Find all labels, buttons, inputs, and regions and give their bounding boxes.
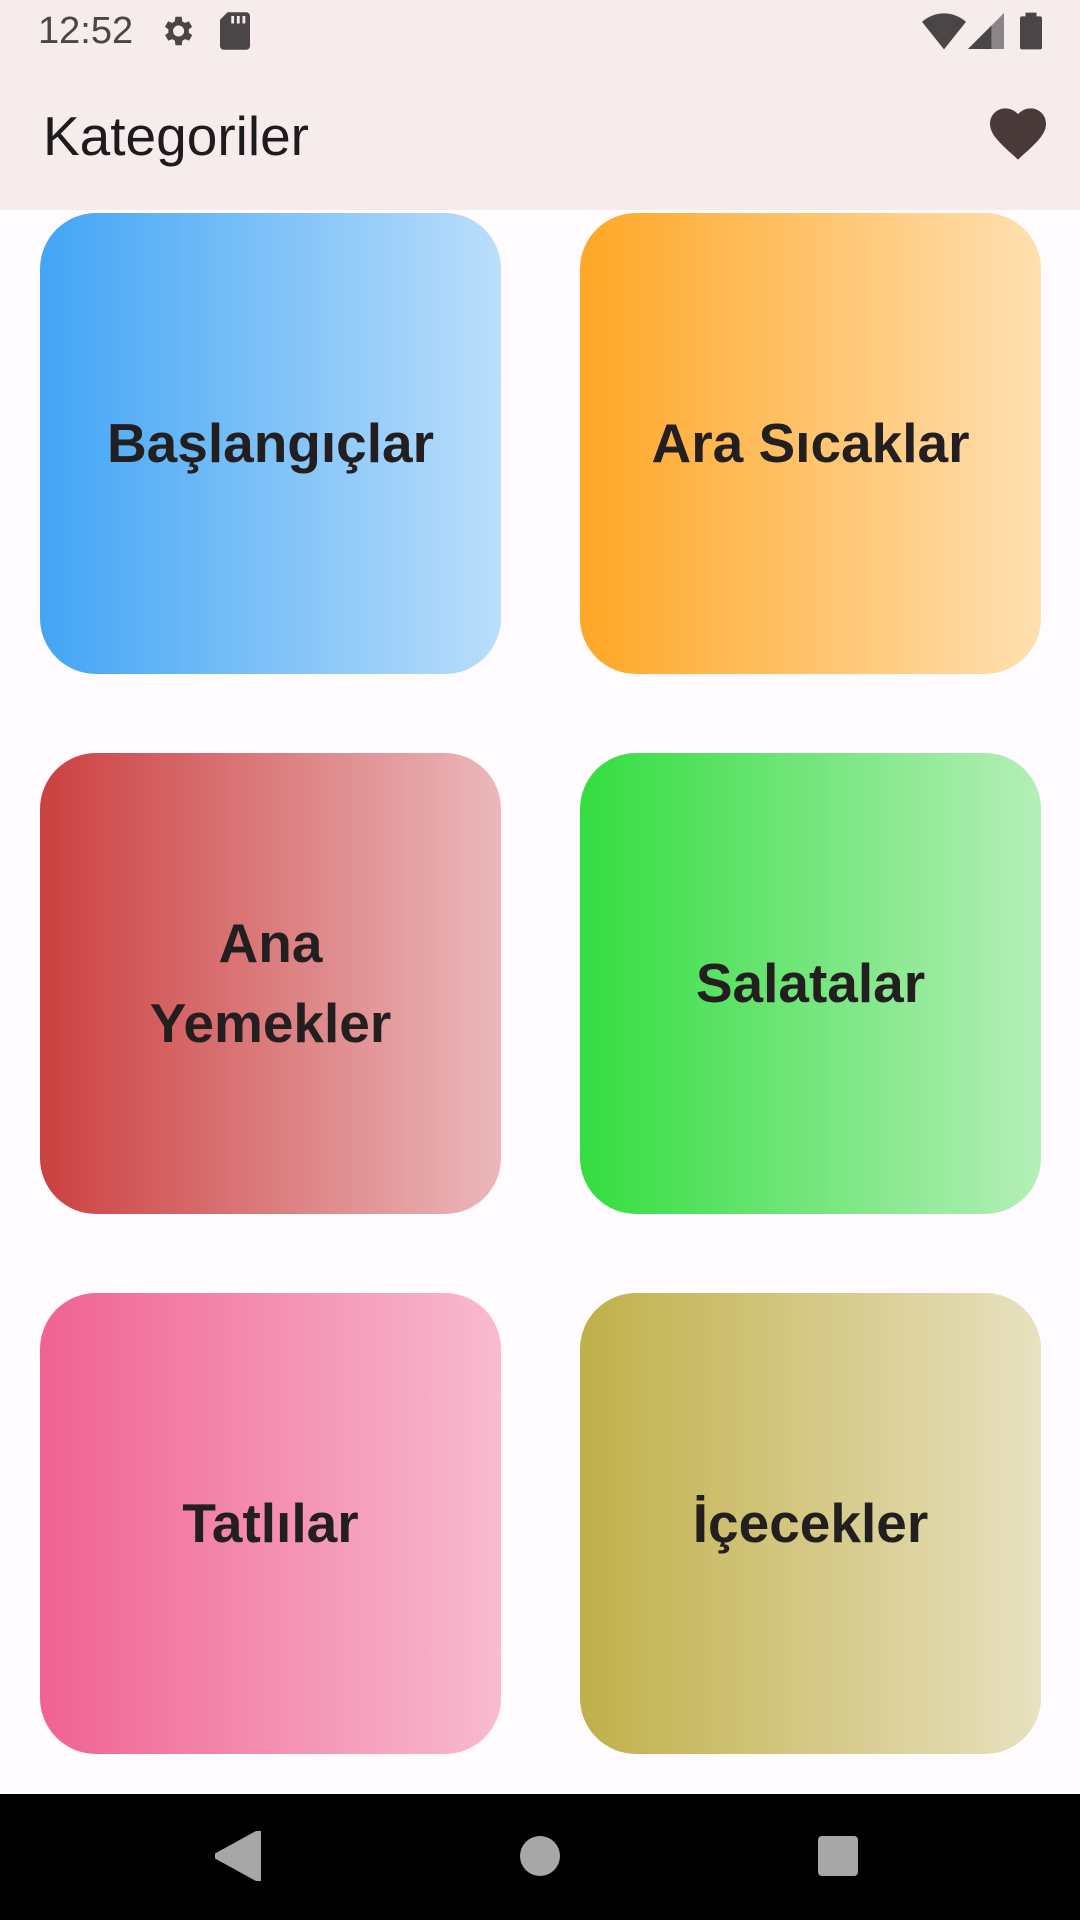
status-time: 12:52 [38,10,134,52]
category-label: Ana Yemekler [149,911,392,1054]
category-label: Başlangıçlar [106,411,435,474]
category-label: Ara Sıcaklar [651,411,970,474]
navigation-bar [0,1794,1080,1920]
settings-icon [158,12,196,55]
page-title: Kategoriler [43,105,309,167]
back-icon [213,1828,263,1886]
category-tile-tatlilar[interactable]: Tatlılar [40,1293,501,1754]
home-button[interactable] [502,1820,578,1896]
category-label: İçecekler [692,1491,929,1554]
battery-icon [1020,12,1042,55]
back-button[interactable] [200,1820,276,1896]
home-icon [520,1835,560,1881]
recents-button[interactable] [800,1820,876,1896]
category-tile-baslangiclar[interactable]: Başlangıçlar [40,213,501,674]
heart-icon [990,107,1046,165]
category-tile-salatalar[interactable]: Salatalar [580,753,1041,1214]
category-tile-icecekler[interactable]: İçecekler [580,1293,1041,1754]
category-label: Tatlılar [182,1491,359,1554]
category-grid: Başlangıçlar Ara Sıcaklar Ana Yemekler S… [0,210,1080,1794]
recents-icon [818,1835,858,1881]
category-tile-ara-sicaklar[interactable]: Ara Sıcaklar [580,213,1041,674]
wifi-icon [922,12,966,55]
cell-signal-icon [968,12,1004,55]
sd-card-icon [220,12,250,55]
status-bar: 12:52 [0,0,1080,64]
favorites-button[interactable] [984,102,1052,170]
category-tile-ana-yemekler[interactable]: Ana Yemekler [40,753,501,1214]
app-bar: Kategoriler [0,64,1080,210]
category-label: Salatalar [695,951,926,1014]
